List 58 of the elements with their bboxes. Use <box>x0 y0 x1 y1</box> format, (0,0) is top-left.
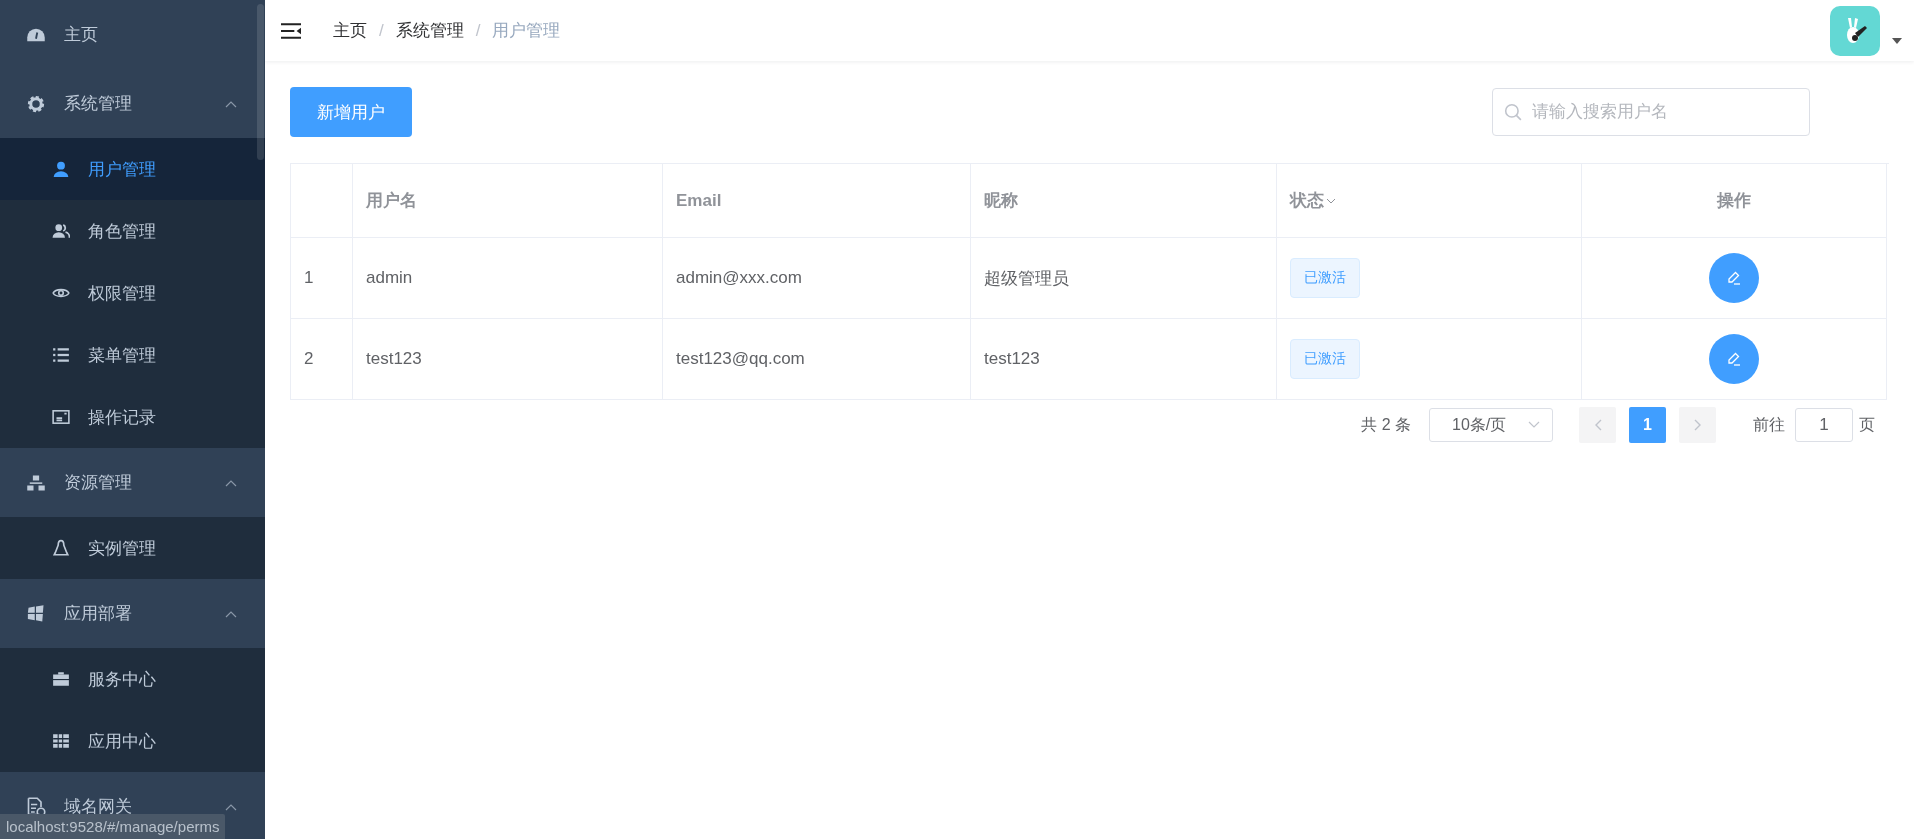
page-size-select[interactable]: 10条/页 <box>1429 408 1553 442</box>
chevron-icon <box>225 478 237 487</box>
dropdown-caret-icon[interactable] <box>1892 37 1902 44</box>
goto-label: 前往 <box>1753 414 1785 435</box>
chevron-icon <box>225 802 237 811</box>
page-input[interactable]: 1 <box>1795 408 1853 442</box>
column-header: Email <box>676 190 722 211</box>
status-url-tooltip: localhost:9528/#/manage/perms <box>0 814 226 839</box>
table-cell: test123@qq.com <box>676 349 805 369</box>
table-cell: admin <box>366 268 413 288</box>
chevron-right-icon <box>1693 419 1702 431</box>
submenu-item[interactable]: 用户管理 <box>0 138 265 200</box>
status-tag: 已激活 <box>1290 258 1360 298</box>
breadcrumb-item[interactable]: 主页 <box>333 19 367 42</box>
column-header: 用户名 <box>366 190 417 212</box>
column-header: 操作 <box>1717 190 1751 212</box>
column-header: 昵称 <box>984 190 1018 212</box>
table-cell: admin@xxx.com <box>676 268 802 288</box>
scrollbar-thumb[interactable] <box>257 4 264 160</box>
chevron-left-icon <box>1593 419 1602 431</box>
menu-icon[interactable] <box>281 22 301 39</box>
table-cell-text: 超级管理员 <box>984 267 1069 290</box>
page-suffix: 页 <box>1859 414 1875 435</box>
table-cell: test123 <box>984 349 1040 369</box>
edit-button[interactable] <box>1709 334 1759 384</box>
avatar[interactable] <box>1830 5 1880 56</box>
list-icon <box>52 346 70 364</box>
settings-icon <box>26 93 46 114</box>
edit-icon <box>1726 351 1742 367</box>
breadcrumb-separator: / <box>475 20 481 41</box>
document-check-icon <box>26 796 46 817</box>
user-icon <box>52 160 70 178</box>
menu-item[interactable]: 主页 <box>0 0 265 69</box>
search-field[interactable]: 请输入搜索用户名 <box>1492 88 1810 136</box>
users-icon <box>52 222 70 240</box>
toolbox-icon <box>52 670 70 688</box>
table-cell: test123 <box>366 349 422 369</box>
column-header: 状态 <box>1290 190 1324 212</box>
total-count: 共 2 条 <box>1361 414 1411 435</box>
card-icon <box>52 408 70 426</box>
edit-icon <box>1726 270 1742 286</box>
search-icon <box>1504 103 1522 121</box>
menu-item[interactable]: 系统管理 <box>0 69 265 138</box>
table-cell: 2 <box>304 349 314 369</box>
grid-icon <box>52 732 70 750</box>
breadcrumb-item[interactable]: 系统管理 <box>395 19 464 42</box>
sort-caret-icon[interactable] <box>1326 197 1336 204</box>
chevron-icon <box>1528 421 1540 429</box>
menu-item[interactable]: 应用部署 <box>0 579 265 648</box>
breadcrumb-item: 用户管理 <box>492 20 561 42</box>
status-tag: 已激活 <box>1290 339 1360 379</box>
chevron-icon <box>225 99 237 108</box>
menu-item[interactable]: 资源管理 <box>0 448 265 517</box>
chevron-icon <box>225 609 237 618</box>
windows-icon <box>26 603 46 624</box>
table-cell: 1 <box>304 268 314 288</box>
edit-button[interactable] <box>1709 253 1759 303</box>
breadcrumb-separator: / <box>379 20 384 41</box>
